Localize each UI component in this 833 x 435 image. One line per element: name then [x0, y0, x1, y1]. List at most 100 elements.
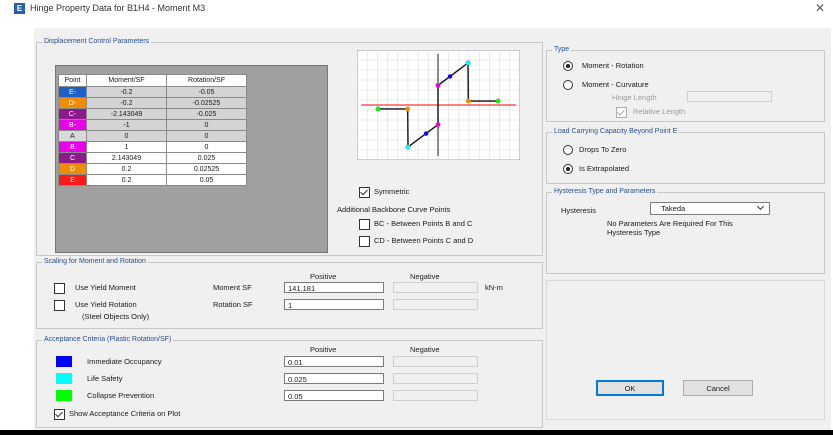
- moment-cell[interactable]: 0.2: [86, 163, 167, 175]
- acceptance-positive-input[interactable]: 0.01: [284, 356, 384, 367]
- rotation-cell[interactable]: 0: [166, 130, 247, 142]
- is-extrapolated-radio[interactable]: [563, 164, 573, 174]
- rotation-cell[interactable]: -0.025: [166, 108, 247, 120]
- point-cell: E-: [58, 86, 87, 98]
- use-yield-rotation-checkbox[interactable]: [54, 300, 65, 311]
- cancel-button[interactable]: Cancel: [683, 380, 753, 396]
- type-group: Type Moment - Rotation Moment - Curvatur…: [546, 45, 825, 122]
- acceptance-negative-input[interactable]: [393, 390, 478, 401]
- acceptance-marker: [375, 106, 381, 112]
- moment-cell[interactable]: 0.2: [86, 174, 167, 186]
- moment-cell[interactable]: -0.2: [86, 97, 167, 109]
- table-row[interactable]: D 0.2 0.02525: [58, 163, 247, 175]
- curve-point-marker: [405, 106, 411, 112]
- show-criteria-label: Show Acceptance Criteria on Plot: [69, 409, 181, 418]
- symmetric-checkbox[interactable]: [359, 187, 370, 198]
- acceptance-positive-input[interactable]: 0.05: [284, 390, 384, 401]
- moment-rotation-radio[interactable]: [563, 61, 573, 71]
- table-row[interactable]: B10: [58, 141, 247, 153]
- moment-sf-label: Moment SF: [213, 283, 252, 292]
- rotation-cell[interactable]: 0.025: [166, 152, 247, 164]
- point-cell: C-: [58, 108, 87, 120]
- acceptance-marker: [447, 74, 453, 79]
- table-row[interactable]: E- -0.2 -0.05: [58, 86, 247, 98]
- moment-sf-negative-input[interactable]: [393, 282, 478, 293]
- cd-label: CD - Between Points C and D: [374, 236, 474, 245]
- ok-button[interactable]: OK: [596, 380, 664, 396]
- moment-cell[interactable]: -0.2: [86, 86, 167, 98]
- point-cell: E: [58, 174, 87, 186]
- acceptance-positive-input[interactable]: 0.025: [284, 373, 384, 384]
- show-criteria-checkbox[interactable]: [54, 409, 65, 420]
- moment-cell[interactable]: -2.143049: [86, 108, 167, 120]
- table-row[interactable]: B- -1 0: [58, 119, 247, 131]
- moment-sf-positive-input[interactable]: 141.181: [284, 282, 384, 293]
- relative-length-checkbox[interactable]: [616, 107, 627, 118]
- scaling-group-label: Scaling for Moment and Rotation: [42, 257, 148, 267]
- hysteresis-select[interactable]: Takeda: [650, 202, 770, 215]
- drops-to-zero-radio[interactable]: [563, 145, 573, 155]
- col-header-point: Point: [58, 74, 87, 87]
- acceptance-negative-input[interactable]: [393, 356, 478, 367]
- moment-cell[interactable]: 2.143049: [86, 152, 167, 164]
- acceptance-group-label: Acceptance Criteria (Plastic Rotation/SF…: [42, 335, 174, 345]
- moment-curvature-radio[interactable]: [563, 80, 573, 90]
- rotation-cell[interactable]: 0.05: [166, 174, 247, 186]
- acceptance-level-label: Collapse Prevention: [87, 391, 155, 400]
- use-yield-moment-label: Use Yield Moment: [75, 283, 136, 292]
- close-icon[interactable]: ✕: [815, 1, 825, 15]
- table-row[interactable]: D- -0.2 -0.02525: [58, 97, 247, 109]
- scaling-positive-header: Positive: [310, 272, 337, 281]
- rotation-sf-negative-input[interactable]: [393, 299, 478, 310]
- moment-cell[interactable]: 1: [86, 141, 167, 153]
- is-extrapolated-label: Is Extrapolated: [579, 164, 630, 173]
- point-cell: B-: [58, 119, 87, 131]
- table-row[interactable]: C 2.143049 0.025: [58, 152, 247, 164]
- acceptance-color-swatch[interactable]: [56, 356, 72, 367]
- moment-cell[interactable]: -1: [86, 119, 167, 131]
- hysteresis-selected-value: Takeda: [661, 204, 686, 213]
- rotation-sf-positive-input[interactable]: 1: [284, 299, 384, 310]
- moment-cell[interactable]: 0: [86, 130, 167, 142]
- bc-checkbox[interactable]: [359, 219, 370, 230]
- moment-curvature-label: Moment - Curvature: [582, 80, 649, 89]
- col-header-rotation: Rotation/SF: [166, 74, 247, 87]
- rotation-cell[interactable]: 0.02525: [166, 163, 247, 175]
- title-bar: E Hinge Property Data for B1H4 - Moment …: [0, 0, 833, 17]
- acceptance-negative-header: Negative: [410, 345, 440, 354]
- additional-points-label: Additional Backbone Curve Points: [337, 205, 451, 214]
- buttons-panel: [546, 280, 825, 420]
- rotation-cell[interactable]: -0.02525: [166, 97, 247, 109]
- type-group-label: Type: [552, 45, 572, 55]
- point-cell: D: [58, 163, 87, 175]
- app-icon: E: [14, 3, 25, 14]
- chevron-down-icon: [756, 202, 765, 211]
- col-header-moment: Moment/SF: [86, 74, 167, 87]
- rotation-cell[interactable]: 0: [166, 119, 247, 131]
- symmetric-label: Symmetric: [374, 187, 410, 196]
- acceptance-group: Acceptance Criteria (Plastic Rotation/SF…: [36, 335, 543, 428]
- hinge-length-label: Hinge Length: [612, 93, 657, 102]
- cd-checkbox[interactable]: [359, 236, 370, 247]
- bc-label: BC - Between Points B and C: [374, 219, 473, 228]
- use-yield-moment-checkbox[interactable]: [54, 283, 65, 294]
- point-cell: D-: [58, 97, 87, 109]
- moment-unit-label: kN-m: [485, 283, 503, 292]
- acceptance-color-swatch[interactable]: [56, 390, 72, 401]
- scaling-negative-header: Negative: [410, 272, 440, 281]
- rotation-cell[interactable]: -0.05: [166, 86, 247, 98]
- table-row[interactable]: A00: [58, 130, 247, 142]
- table-row[interactable]: E 0.2 0.05: [58, 174, 247, 186]
- point-cell: B: [58, 141, 87, 153]
- acceptance-marker: [495, 98, 501, 104]
- point-cell: C: [58, 152, 87, 164]
- points-table[interactable]: Point Moment/SF Rotation/SF E- -0.2 -0.05 D…: [58, 74, 247, 186]
- table-row[interactable]: C- -2.143049 -0.025: [58, 108, 247, 120]
- hysteresis-group-label: Hysteresis Type and Parameters: [552, 187, 658, 197]
- drops-to-zero-label: Drops To Zero: [579, 145, 627, 154]
- acceptance-negative-input[interactable]: [393, 373, 478, 384]
- point-cell: A: [58, 130, 87, 142]
- acceptance-color-swatch[interactable]: [56, 373, 72, 384]
- rotation-cell[interactable]: 0: [166, 141, 247, 153]
- hinge-length-input[interactable]: [687, 91, 772, 102]
